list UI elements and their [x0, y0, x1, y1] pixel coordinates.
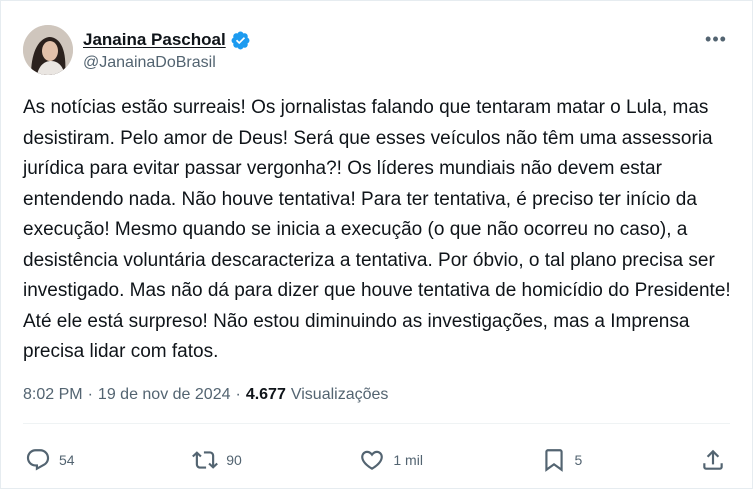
action-bar: 54 90 1 mil 5 [25, 444, 726, 476]
tweet-date[interactable]: 19 de nov de 2024 [98, 386, 231, 404]
display-name[interactable]: Janaina Paschoal [83, 30, 226, 50]
tweet-meta: 8:02 PM · 19 de nov de 2024 · 4.677 Visu… [23, 386, 388, 404]
tweet-time[interactable]: 8:02 PM [23, 386, 83, 404]
repost-icon [192, 451, 219, 469]
repost-count: 90 [226, 452, 242, 468]
share-icon [703, 449, 723, 470]
verified-badge-icon[interactable] [230, 30, 251, 51]
bookmark-count: 5 [574, 452, 583, 468]
tweet-text: As notícias estão surreais! Os jornalist… [23, 97, 731, 362]
reply-button[interactable]: 54 [25, 447, 75, 473]
heart-icon [361, 450, 384, 470]
views-label: Visualizações [290, 386, 389, 403]
bookmark-button[interactable]: 5 [541, 447, 583, 473]
like-button[interactable]: 1 mil [359, 447, 423, 473]
views-count: 4.677 [245, 386, 286, 403]
avatar[interactable] [23, 25, 73, 75]
share-button[interactable] [700, 447, 726, 473]
more-options-icon[interactable]: ••• [704, 29, 728, 49]
author-name-row: Janaina Paschoal [83, 29, 251, 51]
tweet-card: Janaina Paschoal @JanainaDoBrasil ••• As… [0, 0, 753, 489]
meta-separator: · [235, 386, 241, 403]
avatar-image [23, 25, 73, 75]
bookmark-icon [544, 449, 563, 472]
reply-count: 54 [59, 452, 75, 468]
reply-icon [26, 449, 50, 471]
repost-button[interactable]: 90 [192, 447, 242, 473]
meta-separator: · [87, 386, 93, 403]
like-count: 1 mil [393, 452, 423, 468]
divider [23, 423, 730, 424]
author-handle[interactable]: @JanainaDoBrasil [83, 54, 216, 72]
